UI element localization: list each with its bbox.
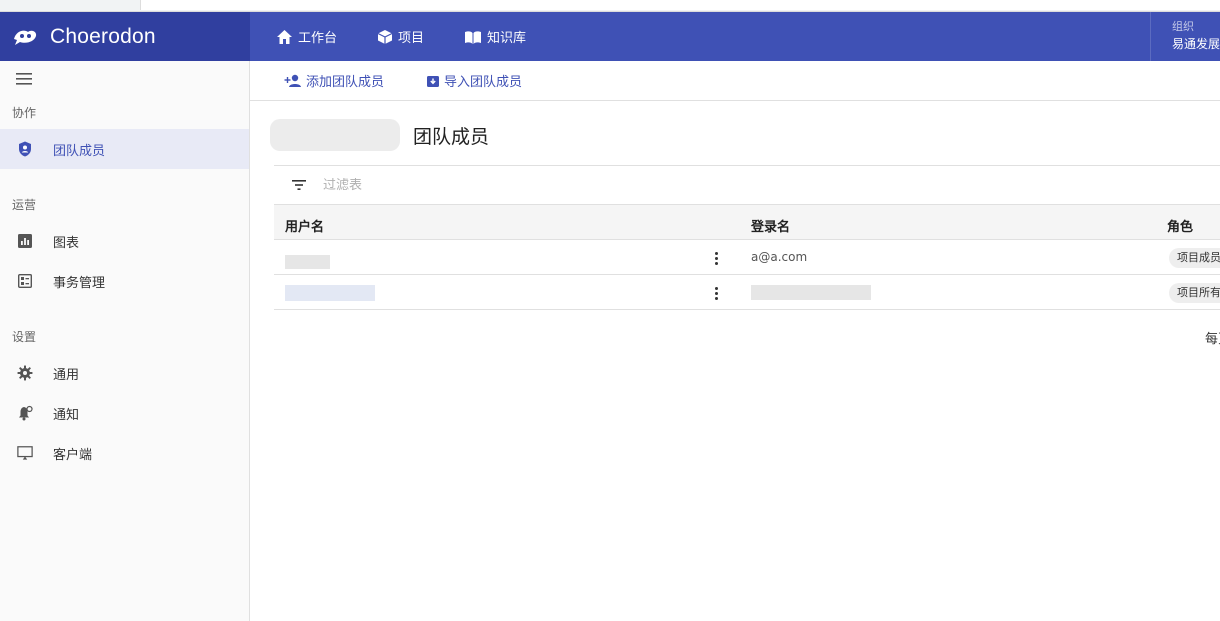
sidebar-item-label: 客户端 [53,447,93,463]
sidebar-item-label: 事务管理 [53,275,106,291]
choerodon-logo-icon [12,24,38,50]
bar-chart-icon [17,233,33,249]
cube-icon [377,29,393,44]
sidebar-item-team-members[interactable]: 团队成员 [0,129,249,169]
table-row[interactable]: a@a.com 项目成员 [274,240,1220,275]
page-size-label: 每页 [1205,332,1220,347]
column-header-login[interactable]: 登录名 [751,216,790,235]
menu-icon[interactable] [16,73,32,89]
redacted-username [285,255,330,269]
sidebar-item-issue-management[interactable]: 事务管理 [0,261,249,301]
app-name: Choerodon [50,24,156,48]
import-icon [427,75,440,87]
redacted-project-name [270,119,400,151]
nav-item-project[interactable]: 项目 [377,27,424,46]
redacted-username [285,285,375,301]
action-bar: 添加团队成员 导入团队成员 [250,61,1220,101]
monitor-icon [17,445,33,461]
logo-area[interactable]: Choerodon [0,12,250,61]
add-user-icon [284,74,301,87]
add-team-member-button[interactable]: 添加团队成员 [284,71,384,90]
redacted-login-name [751,285,871,300]
login-name-cell: a@a.com [751,250,808,264]
column-header-username[interactable]: 用户名 [285,216,324,235]
sidebar-section-title: 协作 [12,106,37,120]
column-header-role[interactable]: 角色 [1167,216,1193,235]
sidebar-item-label: 通用 [53,367,80,383]
sidebar-item-label: 团队成员 [53,143,106,159]
more-actions-icon[interactable] [710,285,722,301]
sidebar-item-client[interactable]: 客户端 [0,433,249,473]
nav-item-knowledge[interactable]: 知识库 [464,27,526,46]
import-team-member-label: 导入团队成员 [444,75,523,90]
top-header: Choerodon 工作台 项目 知识库 组织 易通发展 [0,12,1220,61]
sidebar-item-notification[interactable]: 通知 [0,393,249,433]
shield-user-icon [17,141,33,157]
members-table: 用户名 登录名 角色 a@a.com 项目成员 项目所有者 [274,204,1220,310]
add-team-member-label: 添加团队成员 [306,75,385,90]
sidebar-item-label: 图表 [53,235,80,251]
sidebar-section-title: 设置 [12,330,37,344]
home-icon [277,29,292,44]
browser-strip [0,0,1220,12]
sidebar-item-general[interactable]: 通用 [0,353,249,393]
task-board-icon [17,273,33,289]
nav-item-label: 工作台 [298,31,338,46]
sidebar: 协作 团队成员 运营 图表 事务管理 设置 通用 通知 客户端 [0,61,250,621]
more-actions-icon[interactable] [710,250,722,266]
import-team-member-button[interactable]: 导入团队成员 [426,71,522,90]
sidebar-item-charts[interactable]: 图表 [0,221,249,261]
address-bar[interactable] [140,0,1220,10]
table-row[interactable]: 项目所有者 [274,275,1220,310]
role-tag: 项目所有者 [1169,283,1220,303]
nav-item-label: 项目 [398,31,425,46]
bell-icon [17,405,33,421]
filter-input[interactable] [323,177,623,193]
role-tag: 项目成员 [1169,248,1220,268]
org-name: 易通发展 [1172,37,1220,51]
gear-icon [17,365,33,381]
main-nav: 工作台 项目 知识库 [276,12,566,61]
filter-icon[interactable] [292,180,306,190]
page-title: 团队成员 [413,126,490,148]
sidebar-section-title: 运营 [12,198,37,212]
sidebar-item-label: 通知 [53,407,80,423]
book-icon [465,30,482,44]
nav-item-workbench[interactable]: 工作台 [276,27,337,46]
table-header: 用户名 登录名 角色 [274,204,1220,240]
nav-item-label: 知识库 [487,31,527,46]
org-switcher[interactable]: 组织 易通发展 [1150,12,1220,61]
filter-bar [274,166,1220,204]
org-label: 组织 [1172,20,1194,33]
